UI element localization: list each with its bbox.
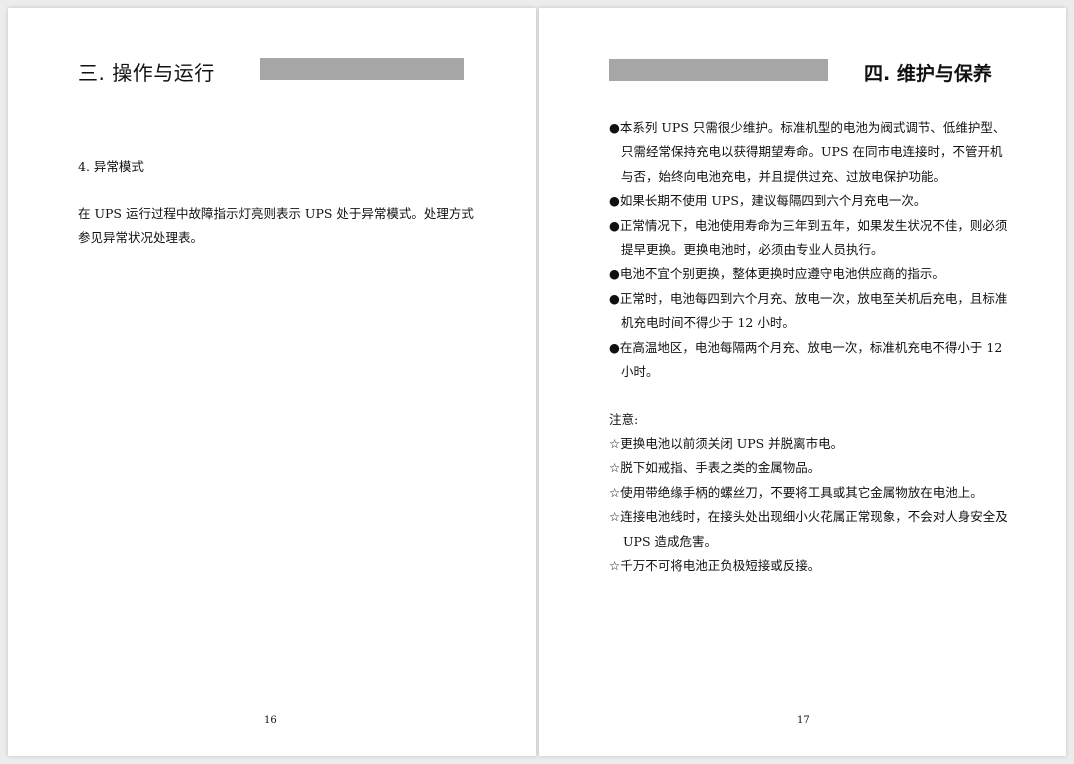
- bullet-icon: ●: [609, 193, 620, 209]
- section-heading: 四. 维护与保养: [864, 63, 992, 85]
- section-heading: 三. 操作与运行: [78, 61, 215, 85]
- maintenance-list: ●本系列 UPS 只需很少维护。标准机型的电池为阀式调节、低维护型、只需经常保持…: [609, 116, 1009, 384]
- note-item: ☆千万不可将电池正负极短接或反接。: [609, 558, 821, 574]
- bullet-icon: ●: [609, 120, 620, 135]
- note-item: ☆更换电池以前须关闭 UPS 并脱离市电。: [609, 436, 844, 451]
- list-item: ●在高温地区，电池每隔两个月充、放电一次，标准机充电不得小于 12 小时。: [609, 339, 1003, 380]
- bullet-icon: ●: [609, 339, 620, 355]
- notes-title: 注意:: [609, 412, 639, 427]
- subsection-title: 4. 异常模式: [78, 159, 144, 174]
- page-16: 三. 操作与运行 4. 异常模式 在 UPS 运行过程中故障指示灯亮则表示 UP…: [8, 8, 536, 756]
- star-icon: ☆: [609, 436, 621, 451]
- body-paragraph: 在 UPS 运行过程中故障指示灯亮则表示 UPS 处于异常模式。处理方式参见异常…: [78, 206, 474, 245]
- bullet-icon: ●: [609, 290, 620, 306]
- bullet-icon: ●: [609, 266, 620, 282]
- page-17: 四. 维护与保养 ●本系列 UPS 只需很少维护。标准机型的电池为阀式调节、低维…: [539, 8, 1066, 756]
- page-number: 17: [797, 715, 810, 726]
- document-spread: 三. 操作与运行 4. 异常模式 在 UPS 运行过程中故障指示灯亮则表示 UP…: [0, 0, 1074, 764]
- note-item: ☆连接电池线时，在接头处出现细小火花属正常现象，不会对人身安全及 UPS 造成危…: [609, 509, 1008, 549]
- notes-list: ☆更换电池以前须关闭 UPS 并脱离市电。 ☆脱下如戒指、手表之类的金属物品。 …: [609, 432, 1009, 578]
- star-icon: ☆: [609, 558, 621, 574]
- star-icon: ☆: [609, 484, 621, 500]
- list-item: ●电池不宜个别更换，整体更换时应遵守电池供应商的指示。: [609, 266, 945, 282]
- star-icon: ☆: [609, 460, 621, 476]
- list-item: ●正常时，电池每四到六个月充、放电一次，放电至关机后充电，且标准机充电时间不得少…: [609, 290, 1008, 331]
- header-bar: [260, 58, 464, 80]
- header-bar: [609, 59, 828, 81]
- page-number: 16: [264, 715, 277, 726]
- note-item: ☆使用带绝缘手柄的螺丝刀，不要将工具或其它金属物放在电池上。: [609, 484, 983, 500]
- bullet-icon: ●: [609, 217, 620, 233]
- star-icon: ☆: [609, 509, 621, 525]
- list-item: ●如果长期不使用 UPS，建议每隔四到六个月充电一次。: [609, 193, 927, 209]
- list-item: ●正常情况下，电池使用寿命为三年到五年，如果发生状况不佳，则必须提早更换。更换电…: [609, 217, 1008, 258]
- note-item: ☆脱下如戒指、手表之类的金属物品。: [609, 460, 821, 476]
- list-item: ●本系列 UPS 只需很少维护。标准机型的电池为阀式调节、低维护型、只需经常保持…: [609, 120, 1006, 184]
